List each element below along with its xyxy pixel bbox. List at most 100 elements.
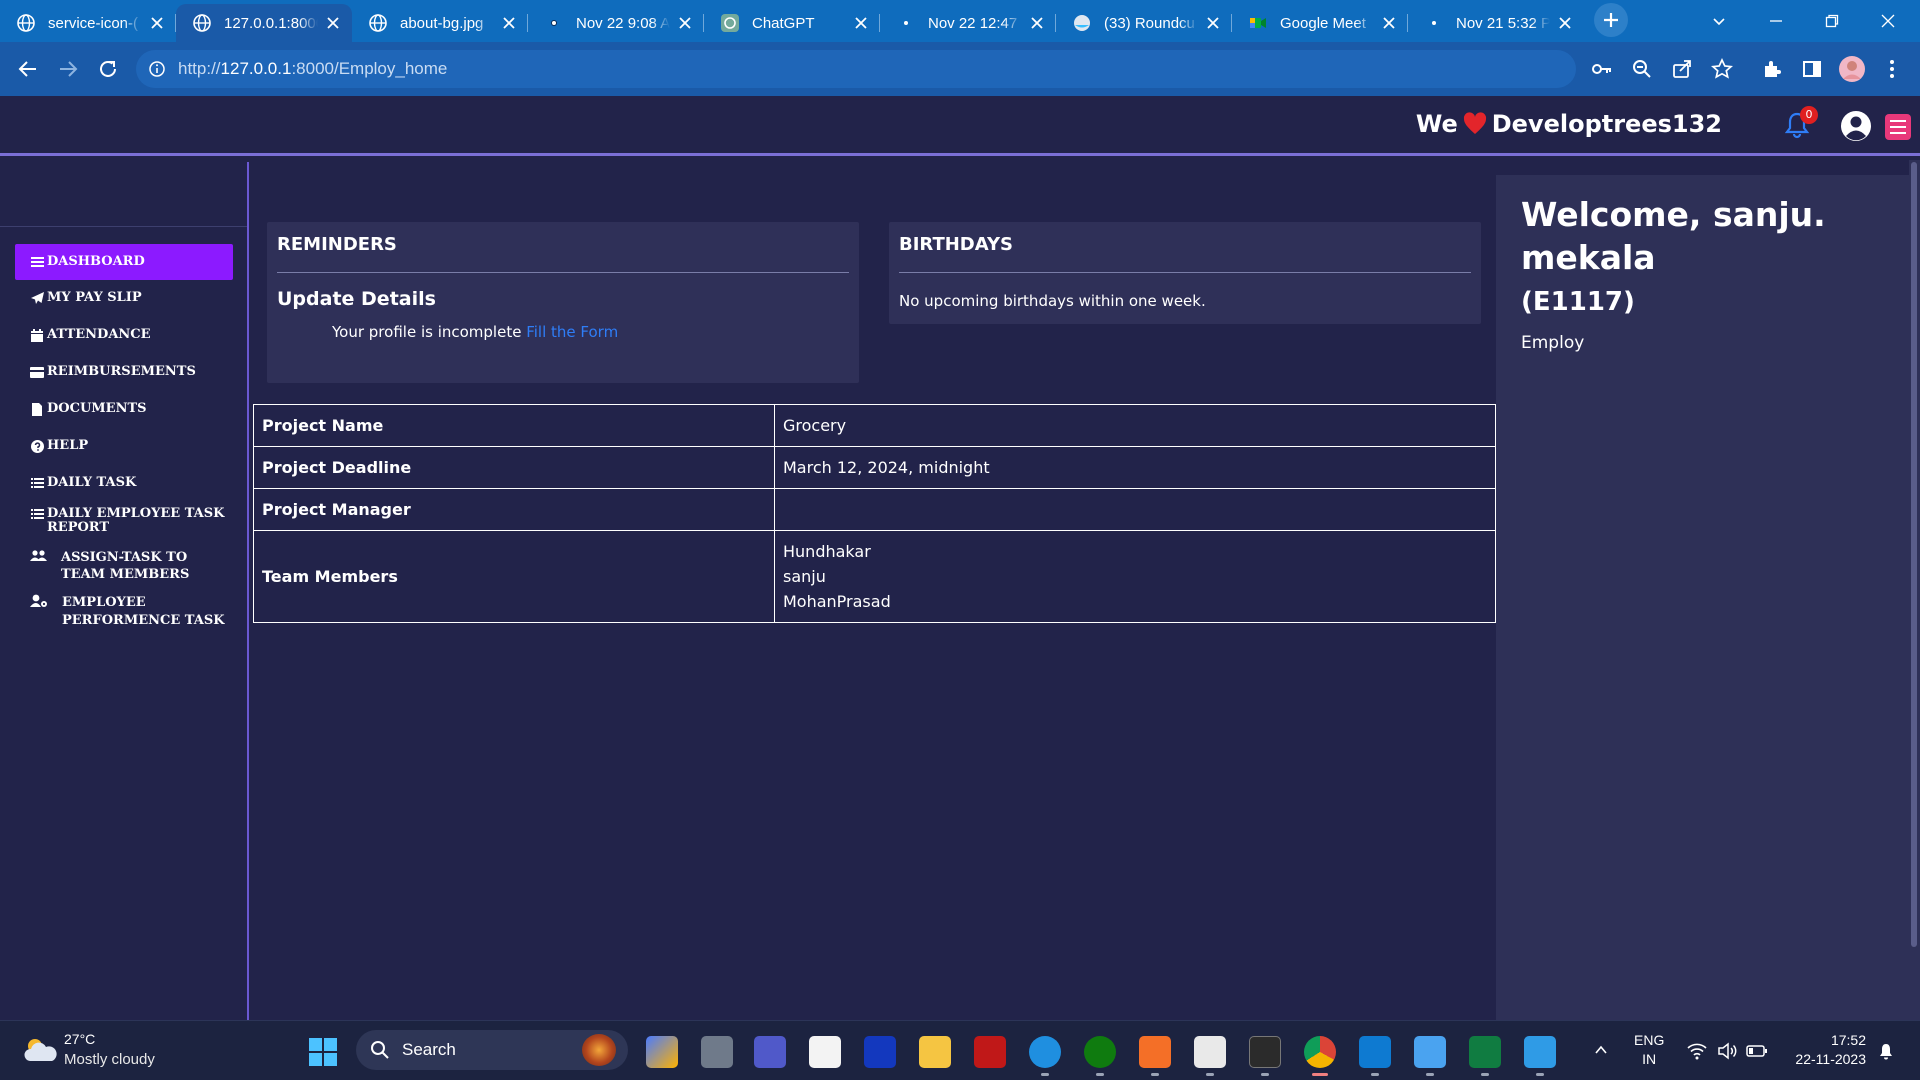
windows-start-icon[interactable] xyxy=(308,1037,338,1067)
l-app-icon[interactable] xyxy=(864,1036,896,1068)
zoom-icon[interactable] xyxy=(1628,55,1656,83)
sidebar-item-daily-task[interactable]: DAILY TASK xyxy=(15,476,233,490)
battery-icon[interactable] xyxy=(1746,1041,1768,1061)
reminders-title: REMINDERS xyxy=(277,234,397,255)
close-icon[interactable] xyxy=(500,14,518,32)
excel-icon[interactable] xyxy=(1469,1036,1501,1068)
close-icon[interactable] xyxy=(1204,14,1222,32)
running-indicator xyxy=(1536,1073,1544,1076)
reminders-subtitle: Update Details xyxy=(277,288,436,310)
edge-icon[interactable] xyxy=(1029,1036,1061,1068)
brand-title: We Developtrees132 xyxy=(1416,110,1722,138)
close-icon[interactable] xyxy=(1556,14,1574,32)
table-row: Project Manager xyxy=(253,488,1496,531)
close-icon[interactable] xyxy=(1380,14,1398,32)
taskbar-search-box[interactable]: Search xyxy=(356,1030,628,1070)
info-icon[interactable] xyxy=(148,60,166,78)
sidebar-item-documents[interactable]: DOCUMENTS xyxy=(15,402,233,416)
sidebar-item-assign-task[interactable]: ASSIGN-TASK TO TEAM MEMBERS xyxy=(15,549,233,583)
system-clock[interactable]: 17:52 22-11-2023 xyxy=(1780,1031,1866,1069)
terminal-icon[interactable] xyxy=(1249,1036,1281,1068)
reload-icon[interactable] xyxy=(94,55,122,83)
key-icon[interactable] xyxy=(1588,55,1616,83)
notepad-blue-icon[interactable] xyxy=(1414,1036,1446,1068)
weather-temperature[interactable]: 27°C xyxy=(64,1031,95,1047)
bookmark-star-icon[interactable] xyxy=(1708,55,1736,83)
browser-tab[interactable]: Nov 22 9:08 A xyxy=(528,4,704,42)
kebab-menu-icon[interactable] xyxy=(1878,55,1906,83)
project-deadline-value: March 12, 2024, midnight xyxy=(774,446,1496,489)
extensions-icon[interactable] xyxy=(1758,55,1786,83)
sidebar-item-dashboard[interactable]: DASHBOARD xyxy=(15,244,233,280)
sidebar-item-employee-performence-task[interactable]: EMPLOYEE PERFORMENCE TASK xyxy=(15,594,233,630)
weather-description[interactable]: Mostly cloudy xyxy=(64,1051,155,1068)
list-icon xyxy=(30,507,44,521)
user-circle-icon[interactable] xyxy=(1840,110,1872,142)
project-name-value: Grocery xyxy=(774,404,1496,447)
microsoft-store-icon[interactable] xyxy=(809,1036,841,1068)
sidebar-item-daily-employee-task-report[interactable]: DAILY EMPLOYEE TASK REPORT xyxy=(15,507,233,535)
region-code: IN xyxy=(1642,1051,1657,1067)
fill-form-link[interactable]: Fill the Form xyxy=(526,323,618,341)
wifi-icon[interactable] xyxy=(1686,1041,1708,1061)
sidebar-item-help[interactable]: HELP xyxy=(15,439,233,453)
browser-tab-active[interactable]: 127.0.0.1:8000 xyxy=(176,4,352,42)
close-icon[interactable] xyxy=(324,14,342,32)
volume-icon[interactable] xyxy=(1716,1041,1738,1061)
cloudy-weather-icon[interactable] xyxy=(22,1035,58,1065)
globe-icon xyxy=(368,13,388,33)
browser-tab[interactable]: about-bg.jpg xyxy=(352,4,528,42)
close-icon[interactable] xyxy=(852,14,870,32)
dot-icon xyxy=(1424,13,1444,33)
chrome-icon[interactable] xyxy=(1304,1036,1336,1068)
employee-id: (E1117) xyxy=(1521,287,1635,317)
file-icon xyxy=(30,402,44,416)
xbox-icon[interactable] xyxy=(1084,1036,1116,1068)
notification-bell-icon[interactable] xyxy=(1876,1041,1896,1061)
share-icon[interactable] xyxy=(1668,55,1696,83)
file-explorer-icon[interactable] xyxy=(919,1036,951,1068)
task-view-icon[interactable] xyxy=(701,1036,733,1068)
xampp-icon[interactable] xyxy=(1139,1036,1171,1068)
new-tab-button[interactable] xyxy=(1594,3,1628,37)
reminders-card: REMINDERS Update Details Your profile is… xyxy=(267,222,859,383)
user-cog-icon xyxy=(30,594,48,608)
side-panel-icon[interactable] xyxy=(1798,55,1826,83)
browser-tab[interactable]: Nov 21 5:32 P xyxy=(1408,4,1584,42)
notepad-icon[interactable] xyxy=(1194,1036,1226,1068)
chevron-down-icon[interactable] xyxy=(1706,8,1732,34)
vscode-icon[interactable] xyxy=(1359,1036,1391,1068)
hamburger-menu-icon[interactable] xyxy=(1885,114,1911,140)
mcafee-icon[interactable] xyxy=(974,1036,1006,1068)
back-arrow-icon[interactable] xyxy=(14,55,42,83)
address-bar[interactable]: http://127.0.0.1:8000/Employ_home xyxy=(136,50,1576,88)
sidebar-item-label: DAILY EMPLOYEE TASK REPORT xyxy=(47,506,225,535)
browser-tab[interactable]: (33) Roundcu xyxy=(1056,4,1232,42)
chevron-up-icon[interactable] xyxy=(1592,1041,1610,1059)
sidebar-item-attendance[interactable]: ATTENDANCE xyxy=(15,328,233,342)
browser-tab[interactable]: service-icon-( xyxy=(0,4,176,42)
minimize-icon[interactable] xyxy=(1754,6,1798,36)
profile-avatar[interactable] xyxy=(1838,55,1866,83)
photos-icon[interactable] xyxy=(1524,1036,1556,1068)
close-icon[interactable] xyxy=(1028,14,1046,32)
browser-tab[interactable]: Google Meet xyxy=(1232,4,1408,42)
copilot-app-icon[interactable] xyxy=(646,1036,678,1068)
table-row: Project Name Grocery xyxy=(253,404,1496,447)
browser-tab-title: 127.0.0.1:8000 xyxy=(224,14,318,32)
close-icon[interactable] xyxy=(148,14,166,32)
restore-icon[interactable] xyxy=(1810,6,1854,36)
team-member: Hundhakar xyxy=(783,542,871,561)
close-window-icon[interactable] xyxy=(1866,6,1910,36)
teams-app-icon[interactable] xyxy=(754,1036,786,1068)
sidebar-item-my-pay-slip[interactable]: MY PAY SLIP xyxy=(15,291,233,305)
sidebar-item-label: MY PAY SLIP xyxy=(47,290,142,305)
project-manager-value xyxy=(774,488,1496,531)
browser-tab[interactable]: Nov 22 12:47 xyxy=(880,4,1056,42)
scrollbar-thumb[interactable] xyxy=(1911,162,1917,947)
forward-arrow-icon[interactable] xyxy=(54,55,82,83)
sidebar-item-reimbursements[interactable]: REIMBURSEMENTS xyxy=(15,365,233,379)
language-indicator[interactable]: ENG IN xyxy=(1634,1031,1664,1069)
close-icon[interactable] xyxy=(676,14,694,32)
browser-tab[interactable]: ChatGPT xyxy=(704,4,880,42)
